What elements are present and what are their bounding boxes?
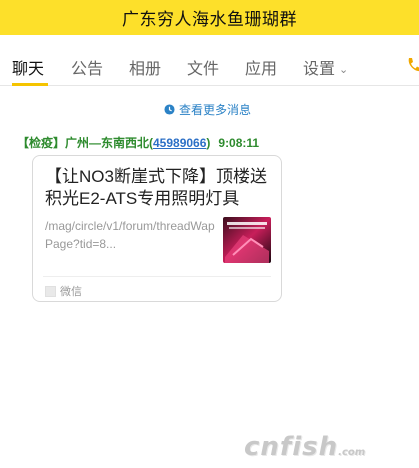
shared-link-card[interactable]: 【让NO3断崖式下降】顶楼送积光E2-ATS专用照明灯具 /mag/circle…: [32, 155, 282, 302]
tab-settings-label: 设置: [303, 61, 336, 78]
sender-name-suffix: ): [206, 136, 211, 150]
sender-name: 【检疫】广州—东南西北(: [17, 136, 153, 150]
tab-settings[interactable]: 设置 ⌄: [303, 55, 348, 79]
card-divider: [43, 276, 271, 277]
chevron-down-icon: ⌄: [339, 64, 349, 76]
active-tab-indicator: [12, 83, 48, 86]
tab-bar: 聊天 公告 相册 文件 应用 设置 ⌄: [0, 35, 419, 86]
card-description: /mag/circle/v1/forum/threadWapPage?tid=8…: [45, 219, 215, 251]
message-time: 9:08:11: [218, 136, 260, 150]
view-more-messages-link[interactable]: 查看更多消息: [164, 101, 251, 118]
tab-chat[interactable]: 聊天: [12, 55, 44, 79]
message-sender-line: 【检疫】广州—东南西北(45989066) 9:08:11: [17, 134, 259, 151]
clock-icon: [164, 104, 175, 115]
watermark-text: cnfish: [244, 432, 339, 462]
window-title-bar: 广东穷人海水鱼珊瑚群: [0, 0, 419, 35]
window-title: 广东穷人海水鱼珊瑚群: [122, 10, 297, 29]
tab-album[interactable]: 相册: [129, 55, 161, 79]
watermark-suffix: .com: [338, 447, 366, 458]
card-source-label: 微信: [60, 286, 82, 298]
tab-files[interactable]: 文件: [187, 55, 219, 79]
card-source: 微信: [45, 283, 82, 299]
wechat-icon: [45, 285, 56, 297]
sender-qq-link[interactable]: 45989066: [153, 136, 206, 150]
card-title: 【让NO3断崖式下降】顶楼送积光E2-ATS专用照明灯具: [45, 167, 267, 208]
tab-announcements[interactable]: 公告: [71, 55, 103, 79]
card-thumbnail-image: [223, 217, 271, 263]
phone-icon[interactable]: [406, 57, 419, 73]
site-watermark: cnfish.com: [244, 432, 365, 462]
view-more-messages-label: 查看更多消息: [179, 103, 252, 117]
tab-apps[interactable]: 应用: [245, 55, 277, 79]
